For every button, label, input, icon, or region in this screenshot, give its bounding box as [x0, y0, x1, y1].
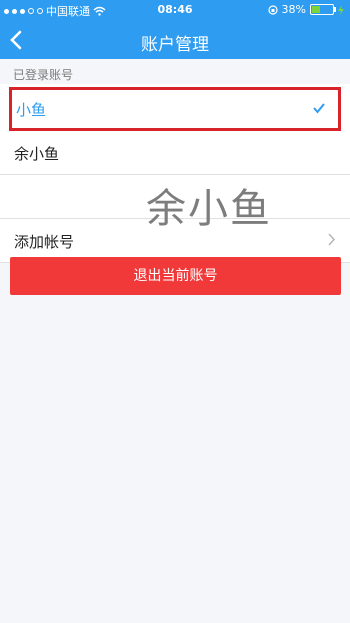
charging-icon	[338, 4, 344, 15]
account-name: 余小鱼	[14, 145, 60, 163]
app-header: 中国联通 08:46 38% 账户管理	[0, 0, 350, 59]
account-list: 小鱼 余小鱼 添加帐号	[0, 84, 350, 263]
section-label-logged-in: 已登录账号	[13, 68, 74, 82]
account-item[interactable]: 余小鱼	[0, 131, 350, 175]
status-bar: 中国联通 08:46 38%	[0, 0, 350, 20]
account-name: 小鱼	[16, 101, 47, 119]
watermark-text: 余小鱼	[146, 186, 272, 232]
rotation-lock-icon	[267, 4, 278, 15]
battery-icon	[310, 4, 336, 15]
account-item-current[interactable]: 小鱼	[9, 87, 341, 131]
chevron-right-icon	[328, 233, 336, 246]
page-title: 账户管理	[141, 35, 209, 55]
checkmark-icon	[313, 103, 325, 114]
status-right: 38%	[267, 3, 344, 16]
add-account-label: 添加帐号	[14, 233, 75, 251]
battery-percent: 38%	[281, 3, 306, 16]
battery-fill	[312, 6, 320, 13]
logout-button[interactable]: 退出当前账号	[10, 257, 341, 295]
